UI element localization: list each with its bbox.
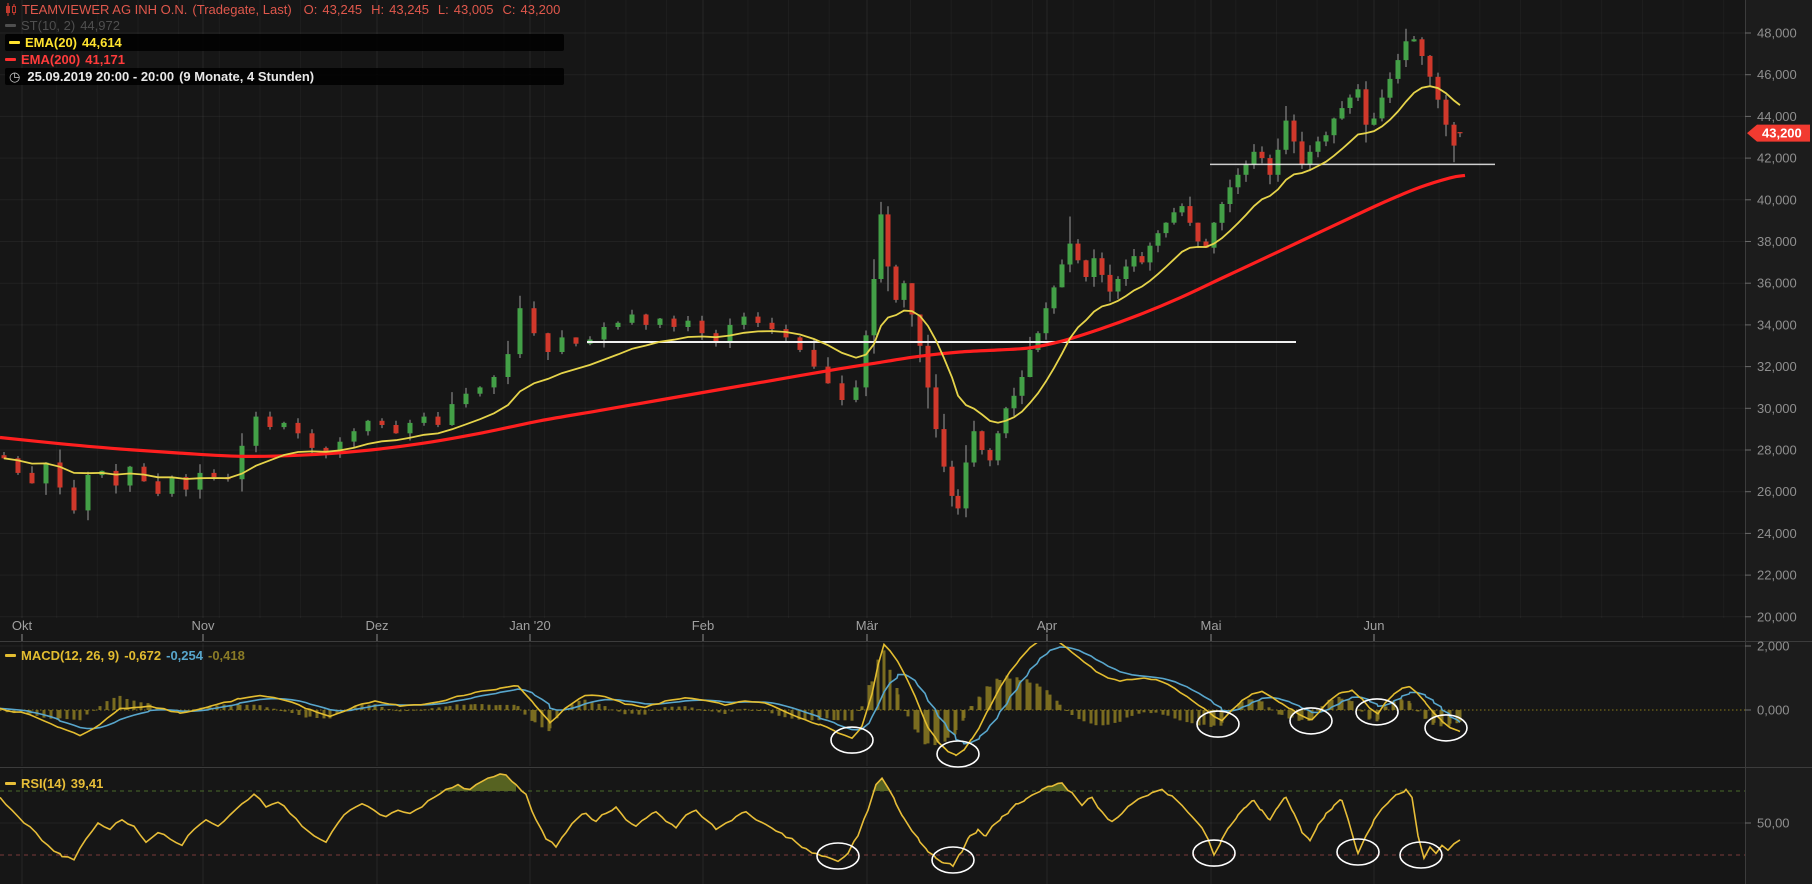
svg-text:Dez: Dez [365, 618, 388, 633]
svg-text:48,000: 48,000 [1757, 26, 1797, 41]
svg-text:30,000: 30,000 [1757, 401, 1797, 416]
rsi-value: 39,41 [71, 776, 104, 791]
svg-text:46,000: 46,000 [1757, 67, 1797, 82]
macd-signal-value: -0,254 [166, 648, 203, 663]
ohlc-high: 43,245 [389, 2, 429, 17]
svg-text:20,000: 20,000 [1757, 609, 1797, 624]
svg-text:Jun: Jun [1364, 618, 1385, 633]
symbol-row[interactable]: TEAMVIEWER AG INH O.N. (Tradegate, Last)… [5, 2, 564, 17]
rsi-label: RSI(14) [21, 776, 66, 791]
svg-text:42,000: 42,000 [1757, 151, 1797, 166]
supertrend-label: ST(10, 2) [21, 18, 75, 33]
svg-text:22,000: 22,000 [1757, 568, 1797, 583]
ohlc-low-label: L: [438, 2, 449, 17]
rsi-swatch [5, 782, 16, 785]
ohlc-close: 43,200 [521, 2, 561, 17]
indicator-row-supertrend[interactable]: ST(10, 2) 44,972 [5, 18, 564, 33]
ema20-value: 44,614 [82, 35, 122, 50]
macd-value: -0,672 [124, 648, 161, 663]
clock-icon: ◷ [9, 69, 20, 85]
symbol-source: (Tradegate, Last) [192, 2, 291, 17]
svg-text:26,000: 26,000 [1757, 484, 1797, 499]
symbol-name: TEAMVIEWER AG INH O.N. [22, 2, 187, 17]
ema200-label: EMA(200) [21, 52, 80, 67]
last-price-tag: 43,200 [1747, 125, 1810, 142]
svg-text:2,000: 2,000 [1757, 639, 1790, 654]
trading-chart: 48,000 46,000 44,000 42,000 40,000 38,000 36,0… [0, 0, 1812, 884]
svg-text:Mär: Mär [856, 618, 879, 633]
timeframe-row[interactable]: ◷ 25.09.2019 20:00 - 20:00 (9 Monate, 4 … [5, 68, 564, 85]
svg-text:40,000: 40,000 [1757, 192, 1797, 207]
svg-text:44,000: 44,000 [1757, 109, 1797, 124]
svg-text:Okt: Okt [12, 618, 33, 633]
rsi-legend[interactable]: RSI(14) 39,41 [5, 776, 103, 792]
svg-text:24,000: 24,000 [1757, 526, 1797, 541]
price-chart-svg: 48,000 46,000 44,000 42,000 40,000 38,000 36,0… [0, 0, 1812, 884]
ema20-label: EMA(20) [25, 35, 77, 50]
svg-text:32,000: 32,000 [1757, 359, 1797, 374]
svg-text:43,200: 43,200 [1762, 126, 1802, 141]
macd-label: MACD(12, 26, 9) [21, 648, 119, 663]
svg-text:Mai: Mai [1201, 618, 1222, 633]
macd-legend[interactable]: MACD(12, 26, 9) -0,672 -0,254 -0,418 [5, 648, 245, 664]
svg-text:0,000: 0,000 [1757, 703, 1790, 718]
chart-canvas[interactable]: 48,000 46,000 44,000 42,000 40,000 38,000 36,0… [0, 0, 1812, 884]
ohlc-low: 43,005 [454, 2, 494, 17]
candlestick-icon [5, 3, 17, 16]
supertrend-value: 44,972 [80, 18, 120, 33]
macd-swatch [5, 654, 16, 657]
indicator-row-ema200[interactable]: EMA(200) 41,171 [5, 52, 564, 67]
ohlc-open-label: O: [304, 2, 318, 17]
svg-text:34,000: 34,000 [1757, 317, 1797, 332]
ema200-value: 41,171 [85, 52, 125, 67]
svg-text:Apr: Apr [1037, 618, 1058, 633]
ohlc-high-label: H: [371, 2, 384, 17]
macd-hist-value: -0,418 [208, 648, 245, 663]
main-chart-legend: TEAMVIEWER AG INH O.N. (Tradegate, Last)… [5, 2, 564, 86]
svg-text:28,000: 28,000 [1757, 443, 1797, 458]
supertrend-swatch [5, 24, 16, 27]
svg-text:36,000: 36,000 [1757, 276, 1797, 291]
timeframe-range: 25.09.2019 20:00 - 20:00 [27, 69, 174, 84]
indicator-row-ema20[interactable]: EMA(20) 44,614 [5, 34, 564, 51]
ema200-swatch [5, 58, 16, 61]
svg-text:Feb: Feb [692, 618, 714, 633]
svg-text:Nov: Nov [191, 618, 215, 633]
svg-text:38,000: 38,000 [1757, 234, 1797, 249]
ohlc-open: 43,245 [322, 2, 362, 17]
ohlc-close-label: C: [503, 2, 516, 17]
timeframe-period: (9 Monate, 4 Stunden) [179, 69, 314, 84]
svg-text:Jan '20: Jan '20 [509, 618, 551, 633]
svg-text:50,00: 50,00 [1757, 816, 1790, 831]
ema20-swatch [9, 41, 20, 44]
